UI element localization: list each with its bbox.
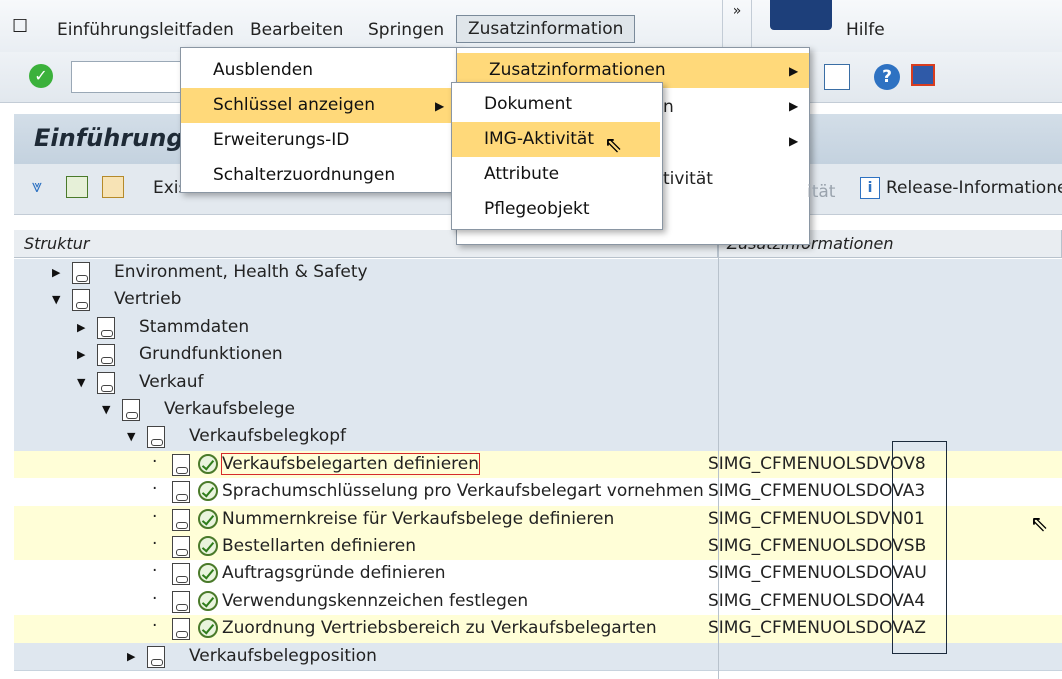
menu-springen[interactable]: Springen xyxy=(368,20,444,40)
expand-all-icon[interactable]: ⩔ xyxy=(32,176,42,197)
tree-node-label[interactable]: Auftragsgründe definieren xyxy=(222,563,446,583)
menu-icon[interactable]: ☐ xyxy=(12,16,28,37)
document-glasses-icon[interactable] xyxy=(147,645,165,668)
enter-check-icon[interactable]: ✓ xyxy=(29,64,53,88)
submenu-arrow-icon: ▶ xyxy=(789,64,799,78)
menubar: ☐ Einführungsleitfaden Bearbeiten Spring… xyxy=(0,0,1062,53)
help-icon[interactable]: ? xyxy=(874,64,900,90)
menu-zusatzinformation[interactable]: Zusatzinformation xyxy=(456,15,636,43)
select-icon[interactable] xyxy=(66,176,88,198)
menu-item-partial-3: ität xyxy=(807,182,836,202)
monitor-icon[interactable] xyxy=(911,64,935,86)
leaf-bullet-icon: · xyxy=(152,561,158,582)
tree-row[interactable]: ▶ Grundfunktionen xyxy=(14,341,1062,370)
dropdown-zusatzinformation: Ausblenden Schlüssel anzeigen ▶ Erweiter… xyxy=(180,47,460,193)
expand-arrow-icon[interactable]: ▶ xyxy=(52,266,60,279)
window-icon[interactable] xyxy=(824,64,850,90)
document-glasses-icon[interactable] xyxy=(72,262,90,284)
document-glasses-icon[interactable] xyxy=(147,426,165,449)
document-glasses-icon[interactable] xyxy=(122,399,140,421)
tree-node-label[interactable]: Verkaufsbelegkopf xyxy=(189,426,346,446)
execute-activity-icon[interactable] xyxy=(198,563,218,584)
menu-bearbeiten[interactable]: Bearbeiten xyxy=(250,20,343,40)
execute-activity-icon[interactable] xyxy=(198,453,218,474)
menu-item-partial-1[interactable]: n xyxy=(663,97,674,117)
code-suffix-highlight xyxy=(892,441,947,654)
leaf-bullet-icon: · xyxy=(152,588,158,609)
menu-item-schluessel-anzeigen[interactable]: Schlüssel anzeigen xyxy=(181,88,459,123)
menu-item-img-aktivitaet[interactable]: IMG-Aktivität xyxy=(452,122,660,157)
expand-arrow-icon[interactable]: ▶ xyxy=(77,321,85,334)
page-title: Einführung xyxy=(34,124,184,152)
menu-item-erweiterungs-id[interactable]: Erweiterungs-ID xyxy=(181,123,459,158)
document-glasses-icon[interactable] xyxy=(172,453,190,476)
info-icon[interactable]: i xyxy=(860,177,880,199)
command-field[interactable] xyxy=(71,61,183,93)
tree-row[interactable]: ▼ Verkauf xyxy=(14,368,1062,397)
collapse-arrow-icon[interactable]: ▼ xyxy=(77,376,85,389)
tree-row[interactable]: ▼ Verkaufsbelege xyxy=(14,396,1062,425)
menu-item-partial-2[interactable]: tivität xyxy=(663,169,713,189)
document-glasses-icon[interactable] xyxy=(172,536,190,558)
tree-row[interactable]: ▼ Vertrieb xyxy=(14,286,1062,315)
tree-node-label[interactable]: Environment, Health & Safety xyxy=(114,262,368,282)
mouse-pointer-icon: ⇖ xyxy=(604,133,623,158)
mouse-cursor-icon: ⇖ xyxy=(1030,512,1049,537)
collapse-arrow-icon[interactable]: ▼ xyxy=(102,403,110,416)
bookmark-icon[interactable] xyxy=(102,176,124,198)
leaf-bullet-icon: · xyxy=(152,506,158,527)
tree-node-label[interactable]: Zuordnung Vertriebsbereich zu Verkaufsbe… xyxy=(222,618,657,638)
tree-node-label[interactable]: Verkaufsbelegposition xyxy=(189,646,377,666)
leaf-bullet-icon: · xyxy=(152,451,158,472)
menu-hilfe[interactable]: Hilfe xyxy=(846,20,885,40)
column-divider xyxy=(718,230,719,679)
document-glasses-icon[interactable] xyxy=(172,481,190,504)
expand-arrow-icon[interactable]: ▶ xyxy=(127,650,135,663)
more-menu-icon[interactable]: » xyxy=(722,0,752,50)
tree-node-label[interactable]: Stammdaten xyxy=(139,317,249,337)
release-info-button[interactable]: Release-Informationen xyxy=(886,178,1062,198)
menu-item-attribute[interactable]: Attribute xyxy=(452,157,662,192)
document-glasses-icon[interactable] xyxy=(172,508,190,531)
dropdown-schluessel-anzeigen: Dokument IMG-Aktivität Attribute Pflegeo… xyxy=(451,82,663,230)
menu-item-pflegeobjekt[interactable]: Pflegeobjekt xyxy=(452,192,662,227)
submenu-arrow-icon: ▶ xyxy=(789,134,799,148)
leaf-bullet-icon: · xyxy=(152,479,158,500)
sap-logo-icon xyxy=(770,0,832,30)
tree-node-label[interactable]: Bestellarten definieren xyxy=(222,536,416,556)
document-glasses-icon[interactable] xyxy=(72,289,90,312)
tree-node-label[interactable]: Verkauf xyxy=(139,372,203,392)
execute-activity-icon[interactable] xyxy=(198,508,218,529)
submenu-arrow-icon: ▶ xyxy=(435,99,445,113)
tree-node-label[interactable]: Verkaufsbelege xyxy=(164,399,295,419)
document-glasses-icon[interactable] xyxy=(97,344,115,367)
execute-activity-icon[interactable] xyxy=(198,590,218,611)
collapse-arrow-icon[interactable]: ▼ xyxy=(52,293,60,306)
execute-activity-icon[interactable] xyxy=(198,481,218,502)
leaf-bullet-icon: · xyxy=(152,616,158,637)
document-glasses-icon[interactable] xyxy=(172,563,190,586)
execute-activity-icon[interactable] xyxy=(198,618,218,639)
tree-node-label[interactable]: Grundfunktionen xyxy=(139,344,283,364)
menu-einfuehrungsleitfaden[interactable]: Einführungsleitfaden xyxy=(57,20,234,40)
tree-node-label[interactable]: Nummernkreise für Verkaufsbelege definie… xyxy=(222,509,614,529)
tree-node-label[interactable]: Vertrieb xyxy=(114,289,181,309)
tree-node-label[interactable]: Sprachumschlüsselung pro Verkaufsbelegar… xyxy=(222,481,704,501)
menu-item-dokument[interactable]: Dokument xyxy=(452,87,662,122)
tree-node-label[interactable]: Verwendungskennzeichen festlegen xyxy=(222,591,528,611)
document-glasses-icon[interactable] xyxy=(172,618,190,641)
document-glasses-icon[interactable] xyxy=(97,371,115,394)
menu-item-ausblenden[interactable]: Ausblenden xyxy=(181,53,459,88)
menu-item-schalterzuordnungen[interactable]: Schalterzuordnungen xyxy=(181,158,459,193)
expand-arrow-icon[interactable]: ▶ xyxy=(77,348,85,361)
submenu-arrow-icon: ▶ xyxy=(789,99,799,113)
tree-row[interactable]: ▶ Environment, Health & Safety xyxy=(14,259,1062,288)
collapse-arrow-icon[interactable]: ▼ xyxy=(127,430,135,443)
document-glasses-icon[interactable] xyxy=(97,316,115,339)
document-glasses-icon[interactable] xyxy=(172,590,190,613)
leaf-bullet-icon: · xyxy=(152,534,158,554)
tree-node-label[interactable]: Verkaufsbelegarten definieren xyxy=(220,452,481,475)
execute-activity-icon[interactable] xyxy=(198,536,218,556)
tree-row[interactable]: ▶ Stammdaten xyxy=(14,313,1062,343)
